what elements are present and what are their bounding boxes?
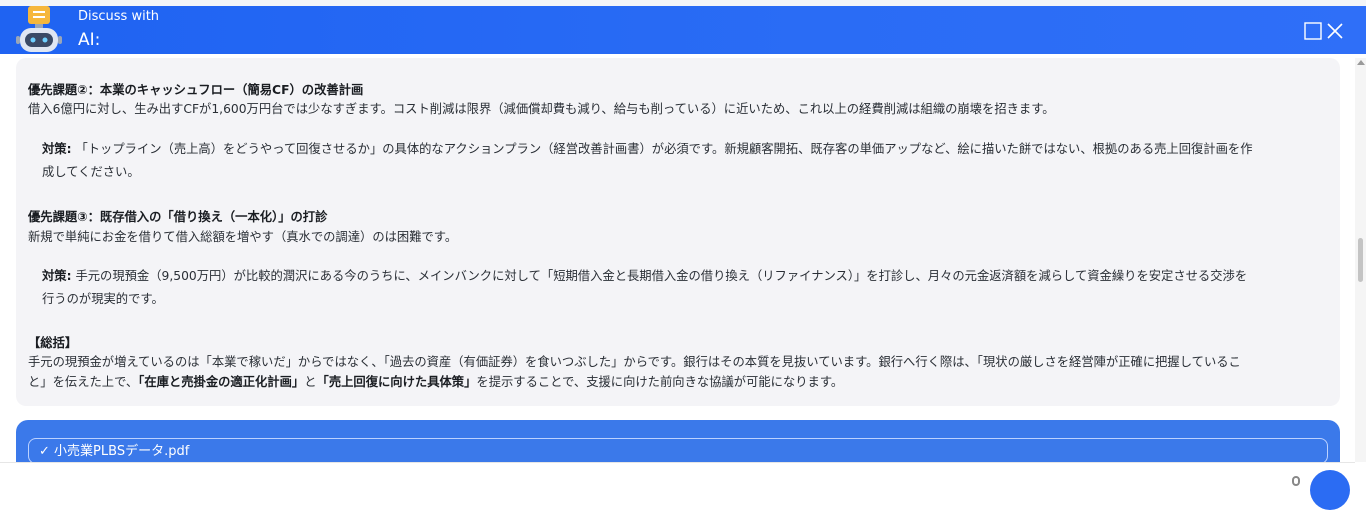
attachment-file-pill[interactable]: ✓ 小売業PLBSデータ.pdf — [28, 438, 1328, 464]
priority-3-heading: 優先課題③：既存借入の「借り換え（一本化）」の打診 — [28, 210, 328, 224]
paperclip-icon[interactable] — [1292, 476, 1300, 486]
message-input-bar[interactable] — [0, 462, 1355, 485]
priority-3-text: 新規で単純にお金を借りて借入総額を増やす（真水での調達）のは困難です。 — [28, 230, 458, 244]
priority-2-heading: 優先課題②：本業のキャッシュフロー（簡易CF）の改善計画 — [28, 83, 364, 97]
priority-2-measure-line1: 対策: 「トップライン（売上高）をどうやって回復させるか」の具体的なアクションプ… — [42, 142, 1253, 156]
priority-2-measure-line2: 成してください。 — [42, 165, 140, 179]
priority-2-text: 借入6億円に対し、生み出すCFが1,600万円台では少なすぎます。コスト削減は限… — [28, 102, 1055, 116]
summary-line2: と」を伝えた上で、「在庫と売掛金の適正化計画」と「売上回復に向けた具体策」を提示… — [28, 375, 844, 389]
close-icon[interactable] — [1326, 22, 1344, 40]
check-icon: ✓ — [39, 444, 50, 459]
summary-line1: 手元の現預金が増えているのは「本業で稼いだ」からではなく、「過去の資産（有価証券… — [28, 355, 1241, 369]
scroll-thumb[interactable] — [1358, 238, 1363, 282]
robot-avatar-icon — [16, 6, 62, 52]
priority-3-measure-line1: 対策: 手元の現預金（9,500万円）が比較的潤沢にある今のうちに、メインバンク… — [42, 269, 1248, 283]
attachment-file-name: 小売業PLBSデータ.pdf — [54, 444, 190, 459]
vertical-scrollbar[interactable] — [1355, 58, 1366, 462]
priority-3-measure-line2: 行うのが現実的です。 — [42, 292, 164, 306]
chat-header: Discuss with AI: — [0, 0, 1366, 54]
maximize-icon[interactable] — [1304, 22, 1322, 40]
scroll-up-icon[interactable] — [1357, 60, 1365, 65]
send-button[interactable] — [1310, 470, 1350, 510]
summary-heading: 【総括】 — [28, 336, 78, 350]
header-title-line2: AI: — [78, 30, 101, 50]
header-title-line1: Discuss with — [78, 9, 160, 24]
